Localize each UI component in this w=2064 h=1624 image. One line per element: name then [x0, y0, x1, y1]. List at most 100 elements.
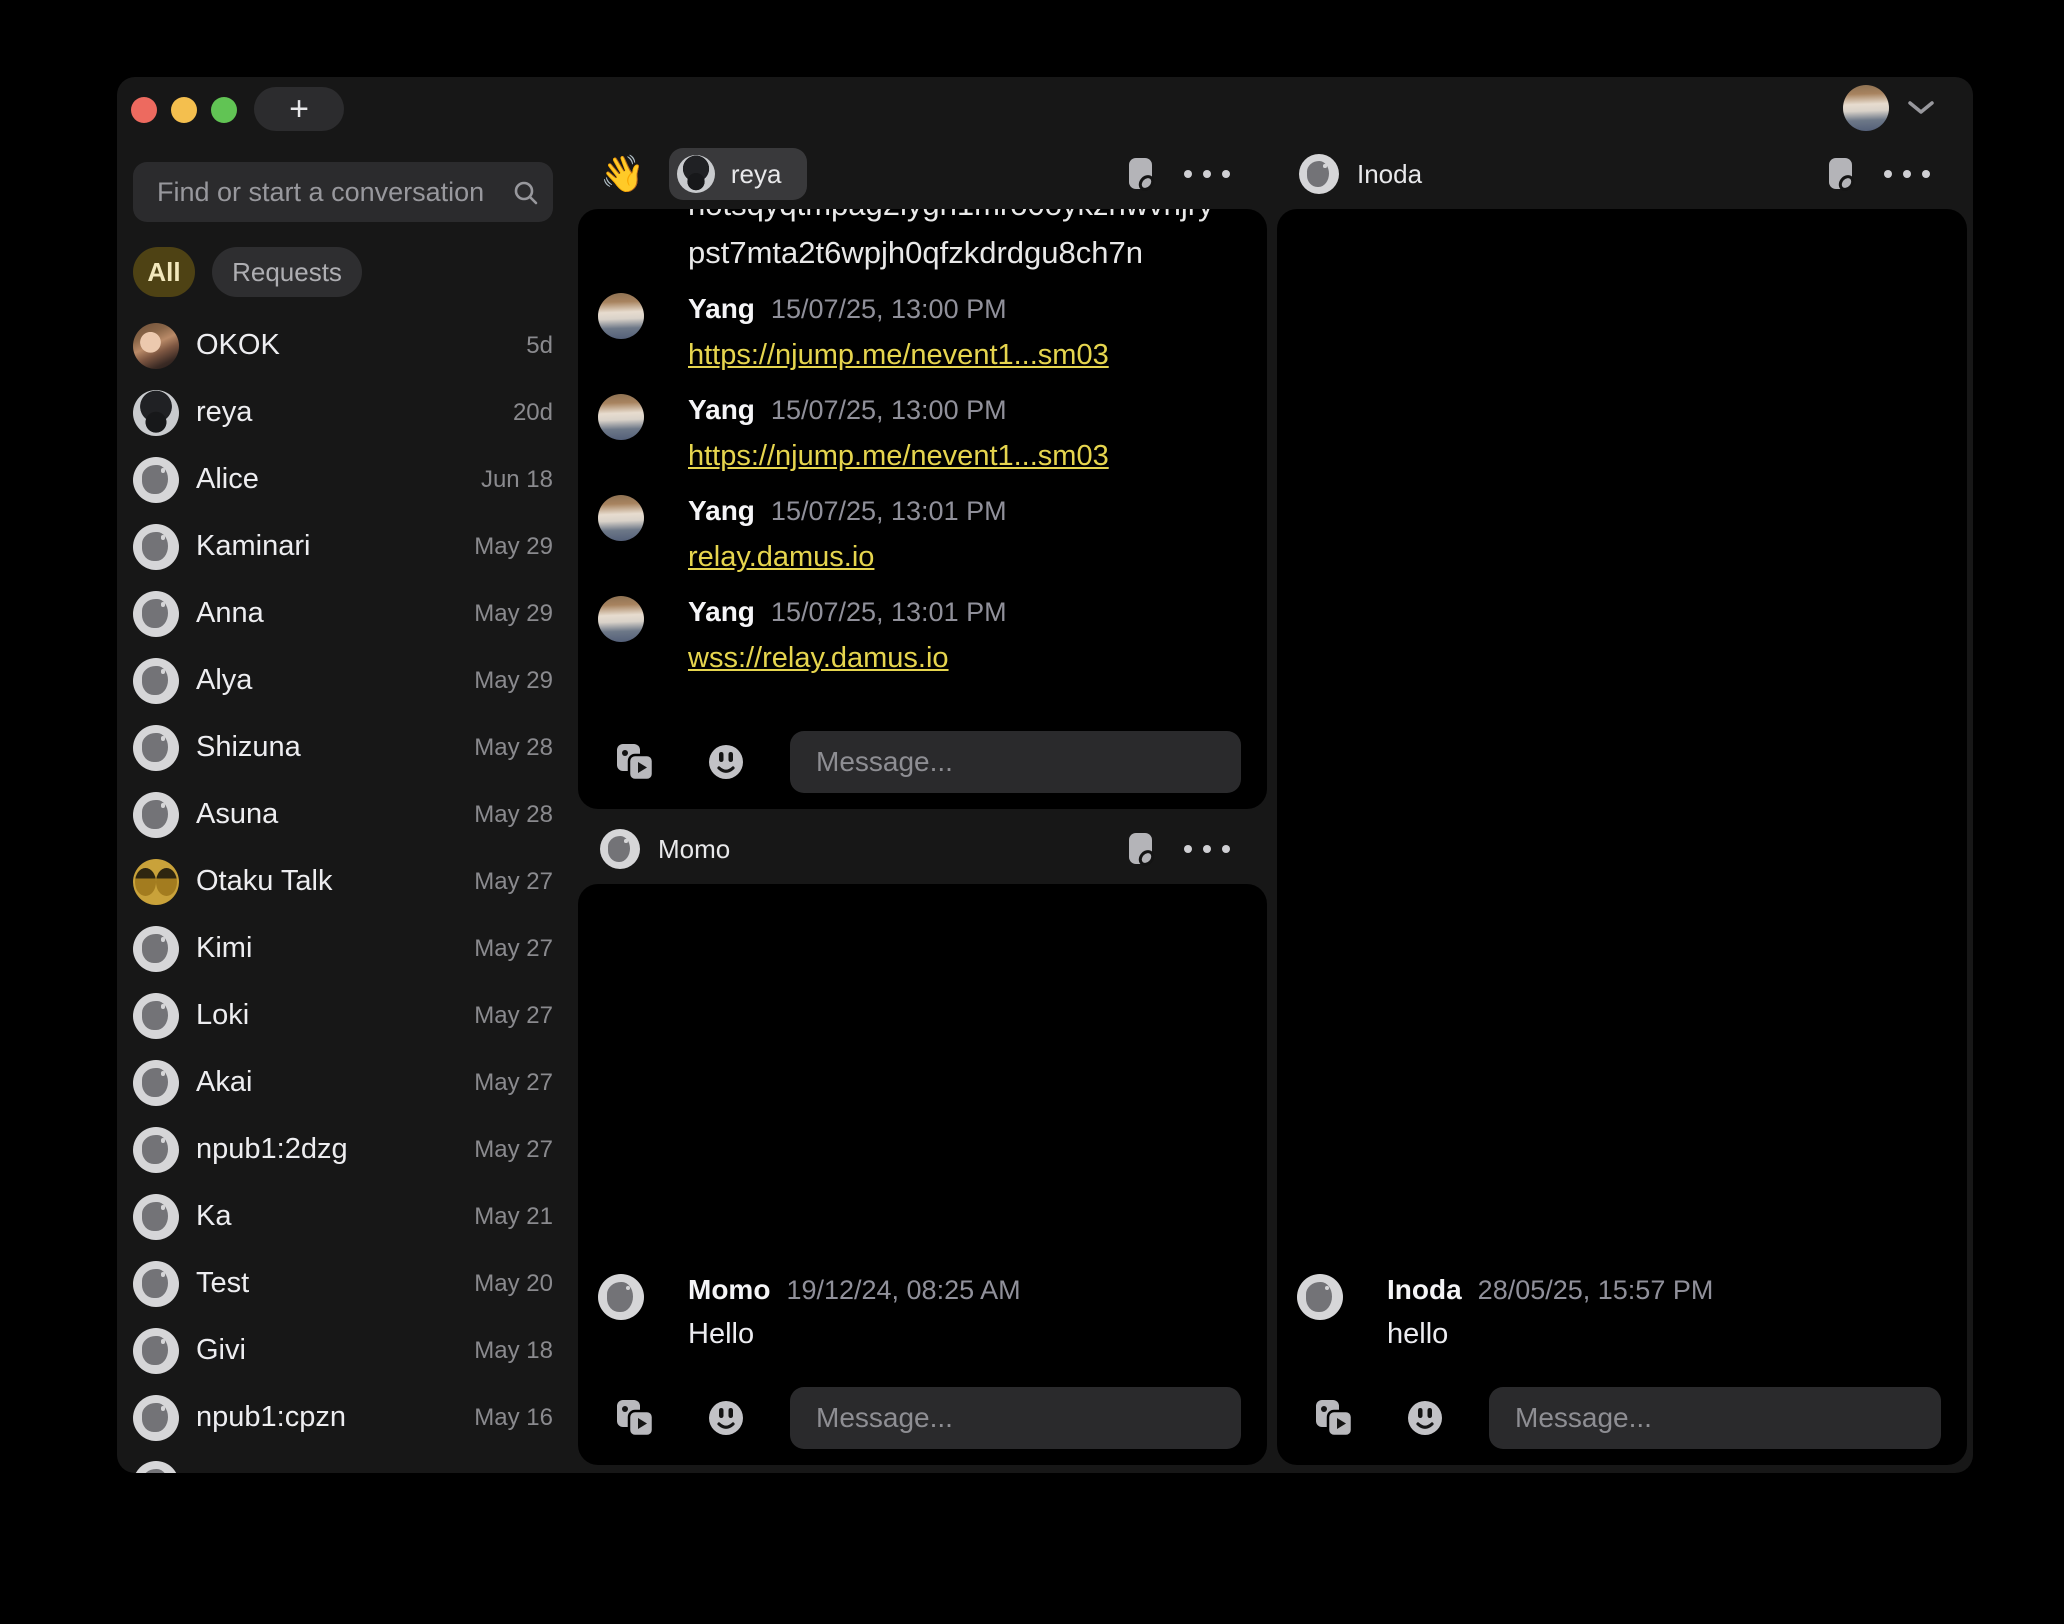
emoji-picker-icon — [1405, 1398, 1445, 1438]
message-timestamp: 28/05/25, 15:57 PM — [1478, 1275, 1714, 1306]
conversation-list-item[interactable]: Givi May 18 — [133, 1317, 553, 1384]
conversation-name: Alice — [196, 463, 481, 496]
conversation-avatar — [133, 859, 179, 905]
conversation-list-item[interactable]: Alya May 29 — [133, 647, 553, 714]
filter-all-chip[interactable]: All — [133, 247, 195, 297]
message: Yang 15/07/25, 13:00 PM https://njump.me… — [598, 293, 1243, 372]
conversation-avatar — [133, 1194, 179, 1240]
message-timestamp: 19/12/24, 08:25 AM — [786, 1275, 1020, 1306]
conversation-name: reya — [196, 396, 513, 429]
conversation-list-item[interactable]: Akai May 27 — [133, 1049, 553, 1116]
conversation-list-item[interactable]: Alice Jun 18 — [133, 446, 553, 513]
message-avatar[interactable] — [598, 596, 644, 642]
message-timestamp: 15/07/25, 13:01 PM — [771, 496, 1007, 527]
chat-peer-pill[interactable]: reya — [669, 148, 808, 200]
conversation-list-item[interactable]: reya 20d — [133, 379, 553, 446]
emoji-picker-button[interactable] — [706, 1398, 746, 1438]
note-button[interactable] — [1128, 156, 1156, 193]
message-avatar[interactable] — [598, 495, 644, 541]
conversation-date: May 29 — [474, 667, 553, 695]
conversation-avatar — [133, 926, 179, 972]
filter-requests-chip[interactable]: Requests — [212, 247, 362, 297]
conversation-avatar — [133, 1395, 179, 1441]
wrapped-message-line: pst7mta2t6wpjh0qfzkdrdgu8ch7n — [688, 235, 1243, 271]
message-link[interactable]: relay.damus.io — [688, 541, 874, 574]
more-options-button[interactable] — [1184, 845, 1230, 853]
more-options-button[interactable] — [1884, 170, 1930, 178]
message: Inoda 28/05/25, 15:57 PM hello — [1297, 1274, 1943, 1351]
note-button[interactable] — [1128, 831, 1156, 868]
profile-avatar[interactable] — [1843, 85, 1889, 131]
clipped-message-line: notsqyqtmpag2lygn1mro0oykznwvnjry — [688, 209, 1243, 225]
emoji-picker-button[interactable] — [706, 742, 746, 782]
message-author: Yang — [688, 596, 755, 628]
message: Momo 19/12/24, 08:25 AM Hello — [598, 1274, 1243, 1351]
message: Yang 15/07/25, 13:01 PM relay.damus.io — [598, 495, 1243, 574]
conversation-date: 20d — [513, 399, 553, 427]
conversation-date: May 27 — [474, 1136, 553, 1164]
note-icon — [1128, 156, 1156, 193]
conversation-list-item[interactable]: Test May 20 — [133, 1250, 553, 1317]
conversation-name: Alya — [196, 664, 474, 697]
conversation-avatar — [133, 658, 179, 704]
message-card: Momo 19/12/24, 08:25 AM Hello — [578, 884, 1267, 1465]
chat-peer[interactable]: Inoda — [1299, 154, 1422, 194]
wave-emoji: 👋 — [600, 153, 645, 195]
message-input[interactable] — [1489, 1387, 1941, 1449]
chat-peer-name: Inoda — [1357, 159, 1422, 190]
note-icon — [1828, 156, 1856, 193]
conversation-avatar — [133, 725, 179, 771]
conversation-name: Shizuna — [196, 731, 474, 764]
conversation-list-item[interactable]: Shizuna May 28 — [133, 714, 553, 781]
conversation-list-item[interactable]: OKOK 5d — [133, 312, 553, 379]
message-avatar[interactable] — [598, 293, 644, 339]
message-link[interactable]: https://njump.me/nevent1...sm03 — [688, 339, 1109, 372]
conversation-avatar — [133, 1127, 179, 1173]
chat-panel-inoda: Inoda Inoda 28/05/ — [1277, 140, 1967, 1465]
screen: + All Requests OKOK 5d reya 20d — [0, 0, 2064, 1624]
conversation-list-item[interactable]: Otaku Talk May 27 — [133, 848, 553, 915]
conversation-list-item[interactable]: npub1:cpzn May 16 — [133, 1384, 553, 1451]
conversation-list-item[interactable]: Ka May 21 — [133, 1183, 553, 1250]
conversation-list-item[interactable]: Asuna May 28 — [133, 781, 553, 848]
conversation-avatar — [133, 323, 179, 369]
composer — [1277, 1373, 1967, 1465]
media-picker-button[interactable] — [1313, 1397, 1355, 1439]
conversation-avatar — [133, 390, 179, 436]
conversation-list: OKOK 5d reya 20d Alice Jun 18 Kaminari M… — [133, 312, 553, 1473]
chevron-down-icon[interactable] — [1907, 100, 1935, 116]
message-list: Momo 19/12/24, 08:25 AM Hello — [578, 1252, 1267, 1373]
message-author: Inoda — [1387, 1274, 1462, 1306]
media-picker-button[interactable] — [614, 1397, 656, 1439]
message-input[interactable] — [790, 731, 1241, 793]
media-picker-icon — [614, 1397, 656, 1439]
media-picker-button[interactable] — [614, 741, 656, 783]
message-author: Yang — [688, 394, 755, 426]
composer — [578, 1373, 1267, 1465]
peer-avatar — [600, 829, 640, 869]
message-link[interactable]: https://njump.me/nevent1...sm03 — [688, 440, 1109, 473]
conversation-list-item[interactable]: npub1:2dzg May 27 — [133, 1116, 553, 1183]
emoji-picker-icon — [706, 742, 746, 782]
message-avatar[interactable] — [598, 394, 644, 440]
conversation-avatar — [133, 1261, 179, 1307]
search-input[interactable] — [133, 162, 553, 222]
note-button[interactable] — [1828, 156, 1856, 193]
message: Yang 15/07/25, 13:01 PM wss://relay.damu… — [598, 596, 1243, 675]
message-input[interactable] — [790, 1387, 1241, 1449]
more-options-button[interactable] — [1184, 170, 1230, 178]
emoji-picker-button[interactable] — [1405, 1398, 1445, 1438]
profile-menu[interactable] — [1843, 85, 1935, 131]
conversation-list-item[interactable]: Kaminari May 29 — [133, 513, 553, 580]
conversation-list-item[interactable]: Anna May 29 — [133, 580, 553, 647]
message-avatar[interactable] — [598, 1274, 644, 1320]
message-author: Yang — [688, 495, 755, 527]
conversation-name: Loki — [196, 999, 474, 1032]
conversation-list-item[interactable]: Loki May 27 — [133, 982, 553, 1049]
message-card: Inoda 28/05/25, 15:57 PM hello — [1277, 209, 1967, 1465]
chat-peer[interactable]: Momo — [600, 829, 730, 869]
conversation-list-item[interactable]: Kimi May 27 — [133, 915, 553, 982]
message-avatar[interactable] — [1297, 1274, 1343, 1320]
message-link[interactable]: wss://relay.damus.io — [688, 642, 949, 675]
conversation-name: Givi — [196, 1334, 474, 1367]
